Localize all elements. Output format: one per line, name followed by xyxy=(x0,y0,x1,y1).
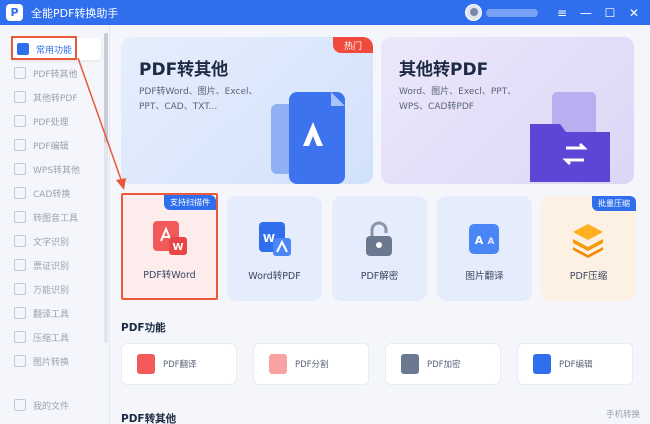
sidebar-item-image-audio[interactable]: 转图音工具 xyxy=(14,207,78,227)
folder-convert-illustration-icon xyxy=(530,92,610,182)
image-audio-icon xyxy=(14,211,26,223)
pdf-to-word-icon: W xyxy=(153,221,187,255)
tool-pdf-compress[interactable]: 批量压缩 PDF压缩 xyxy=(541,196,636,301)
sidebar-item-pdf-process[interactable]: PDF处理 xyxy=(14,111,69,131)
sidebar-item-pdf-edit[interactable]: PDF编辑 xyxy=(14,135,69,155)
section-title-pdf-to-other: PDF转其他 xyxy=(121,413,177,424)
pdf-process-icon xyxy=(14,115,26,127)
function-label: PDF编辑 xyxy=(559,360,593,370)
sidebar-item-label: CAD转换 xyxy=(33,189,71,200)
user-avatar[interactable] xyxy=(465,4,482,21)
sidebar-scroll-thumb[interactable] xyxy=(104,33,108,143)
hero-card-pdf-to-other[interactable]: PDF转其他 PDF转Word、图片、Excel、PPT、CAD、TXT... … xyxy=(121,37,373,184)
tool-image-translate[interactable]: A A 图片翻译 xyxy=(437,196,532,301)
cad-icon xyxy=(14,187,26,199)
pdf-convert-icon xyxy=(14,67,26,79)
sidebar-item-label: 票证识别 xyxy=(33,261,70,272)
main-content: PDF转其他 PDF转Word、图片、Excel、PPT、CAD、TXT... … xyxy=(111,25,650,424)
batch-compress-badge: 批量压缩 xyxy=(592,196,636,211)
pdf-document-illustration-icon xyxy=(271,92,345,184)
image-translate-icon: A A xyxy=(469,224,499,254)
sidebar-item-cad[interactable]: CAD转换 xyxy=(14,183,70,203)
close-icon[interactable]: ✕ xyxy=(624,3,644,23)
scan-support-badge: 支持扫描件 xyxy=(164,195,216,210)
sidebar-item-label: 我的文件 xyxy=(33,401,70,412)
username-blurred[interactable] xyxy=(486,8,538,17)
function-pdf-edit[interactable]: PDF编辑 xyxy=(517,343,633,385)
function-label: PDF加密 xyxy=(427,360,461,370)
tool-label: PDF转Word xyxy=(143,270,196,281)
word-to-pdf-icon: W xyxy=(259,222,291,256)
sidebar-item-ocr[interactable]: 文字识别 xyxy=(14,231,69,251)
annotation-highlight-box xyxy=(11,36,77,60)
pdf-edit-icon xyxy=(533,354,551,374)
sidebar-item-label: 转图音工具 xyxy=(33,213,79,224)
translate-icon xyxy=(14,307,26,319)
universal-ocr-icon xyxy=(14,283,26,295)
sidebar-item-ticket-ocr[interactable]: 票证识别 xyxy=(14,255,69,275)
function-label: PDF翻译 xyxy=(163,360,197,370)
pdf-edit-icon xyxy=(14,139,26,151)
phone-convert-link[interactable]: 手机转换 xyxy=(606,408,640,420)
layers-compress-icon xyxy=(573,224,603,258)
tool-label: PDF压缩 xyxy=(569,271,608,282)
lock-icon xyxy=(401,354,419,374)
sidebar: 常用功能 PDF转其他 其他转PDF PDF处理 PDF编辑 WPS转其他 CA… xyxy=(0,25,110,424)
sidebar-item-label: 文字识别 xyxy=(33,237,70,248)
tool-label: Word转PDF xyxy=(248,271,301,282)
minimize-icon[interactable]: — xyxy=(576,3,596,23)
sidebar-item-wps[interactable]: WPS转其他 xyxy=(14,159,80,179)
sidebar-item-other-to-pdf[interactable]: 其他转PDF xyxy=(14,87,78,107)
hero-description: Word、图片、Execl、PPT、WPS、CAD转PDF xyxy=(399,87,517,112)
sidebar-item-universal-ocr[interactable]: 万能识别 xyxy=(14,279,69,299)
hero-description: PDF转Word、图片、Excel、PPT、CAD、TXT... xyxy=(139,87,258,112)
tool-word-to-pdf[interactable]: W Word转PDF xyxy=(227,196,322,301)
tool-label: PDF解密 xyxy=(360,271,399,282)
sidebar-item-label: WPS转其他 xyxy=(33,165,81,176)
hero-card-other-to-pdf[interactable]: 其他转PDF Word、图片、Execl、PPT、WPS、CAD转PDF xyxy=(381,37,634,184)
app-logo-icon: P xyxy=(6,4,23,21)
folder-icon xyxy=(14,399,26,411)
sidebar-item-translate[interactable]: 翻译工具 xyxy=(14,303,69,323)
tool-label: 图片翻译 xyxy=(465,271,504,282)
pdf-translate-icon xyxy=(137,354,155,374)
maximize-icon[interactable]: ☐ xyxy=(600,3,620,23)
function-pdf-encrypt[interactable]: PDF加密 xyxy=(385,343,501,385)
image-convert-icon xyxy=(14,355,26,367)
sidebar-item-pdf-to-other[interactable]: PDF转其他 xyxy=(14,63,78,83)
svg-text:A: A xyxy=(488,237,495,247)
pdf-split-icon xyxy=(269,354,287,374)
hero-title: 其他转PDF xyxy=(399,60,489,80)
text-ocr-icon xyxy=(14,235,26,247)
sidebar-item-image-convert[interactable]: 图片转换 xyxy=(14,351,69,371)
sidebar-item-label: 其他转PDF xyxy=(33,93,78,104)
unlock-icon xyxy=(366,221,392,256)
function-label: PDF分割 xyxy=(295,360,329,370)
svg-text:W: W xyxy=(172,242,183,253)
hot-badge: 热门 xyxy=(333,37,373,53)
compress-icon xyxy=(14,331,26,343)
sidebar-item-label: 万能识别 xyxy=(33,285,70,296)
hero-title: PDF转其他 xyxy=(139,60,229,80)
title-bar: P 全能PDF转换助手 ≡ — ☐ ✕ xyxy=(0,0,650,25)
to-pdf-icon xyxy=(14,91,26,103)
function-pdf-translate[interactable]: PDF翻译 xyxy=(121,343,237,385)
section-title-pdf-functions: PDF功能 xyxy=(121,322,166,334)
sidebar-item-label: PDF处理 xyxy=(33,117,69,128)
app-title: 全能PDF转换助手 xyxy=(31,6,119,20)
sidebar-item-my-files[interactable]: 我的文件 xyxy=(14,395,69,415)
svg-text:A: A xyxy=(475,234,484,247)
wps-icon xyxy=(14,163,26,175)
menu-icon[interactable]: ≡ xyxy=(552,3,572,23)
function-pdf-split[interactable]: PDF分割 xyxy=(253,343,369,385)
sidebar-item-label: 压缩工具 xyxy=(33,333,70,344)
sidebar-item-label: PDF编辑 xyxy=(33,141,69,152)
sidebar-item-label: 翻译工具 xyxy=(33,309,70,320)
tool-pdf-decrypt[interactable]: PDF解密 xyxy=(332,196,427,301)
sidebar-item-label: 图片转换 xyxy=(33,357,70,368)
tool-pdf-to-word[interactable]: 支持扫描件 W PDF转Word xyxy=(121,193,218,300)
ticket-icon xyxy=(14,259,26,271)
sidebar-item-label: PDF转其他 xyxy=(33,69,78,80)
sidebar-item-compress[interactable]: 压缩工具 xyxy=(14,327,69,347)
